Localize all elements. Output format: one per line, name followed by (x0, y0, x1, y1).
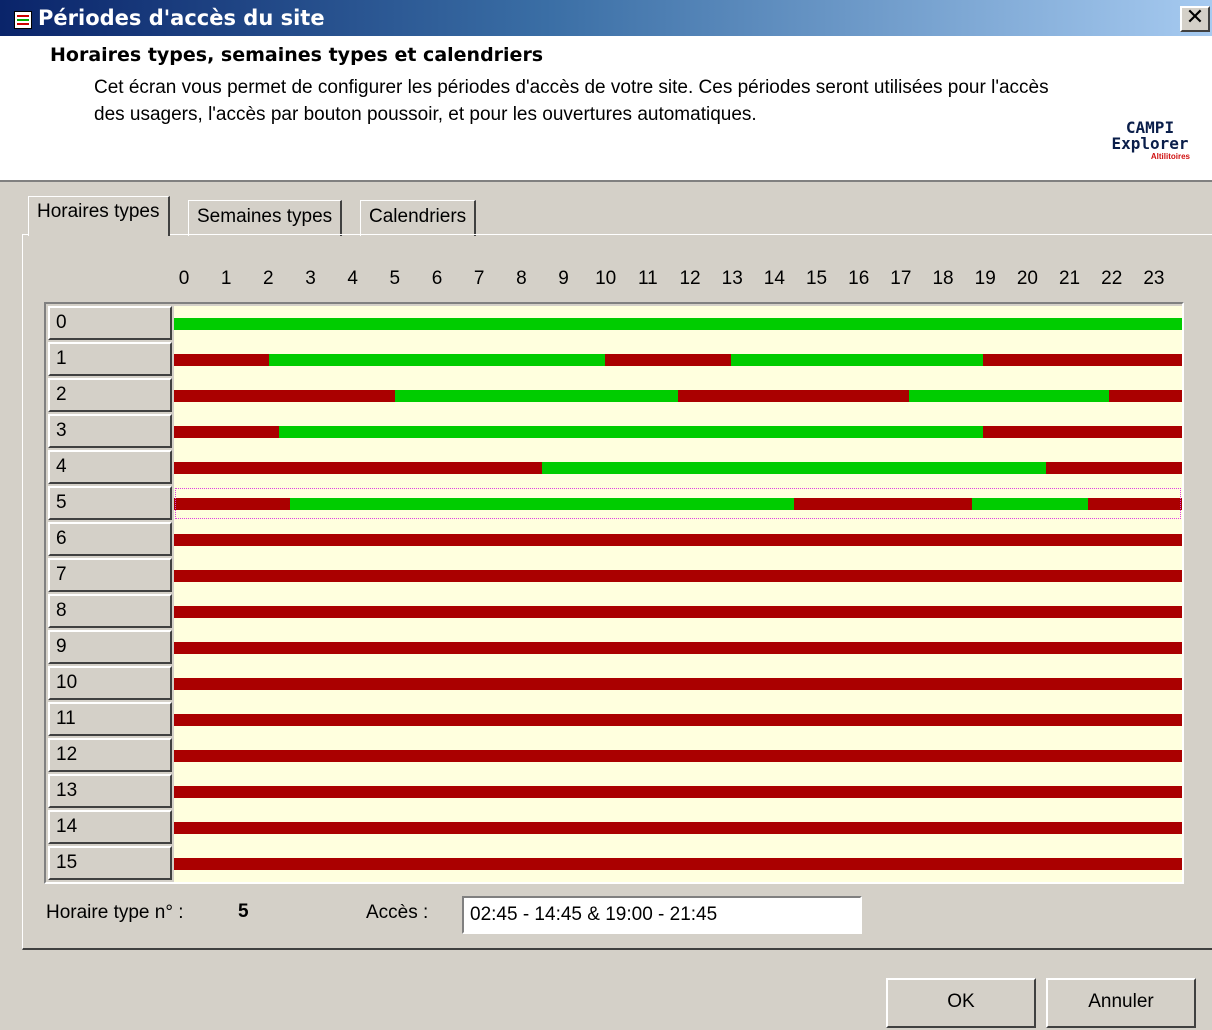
window-title: Périodes d'accès du site (38, 6, 325, 30)
tab-horaires-types[interactable]: Horaires types (28, 196, 170, 236)
header-title: Horaires types, semaines types et calend… (50, 44, 544, 66)
tab-panel (22, 234, 1212, 950)
ok-button[interactable]: OK (886, 978, 1036, 1028)
header-description: Cet écran vous permet de configurer les … (94, 77, 1049, 125)
title-bar: Périodes d'accès du site ✕ (0, 0, 1212, 36)
campi-explorer-logo: CAMPI Explorer Altilitoires (1111, 118, 1190, 162)
close-button[interactable]: ✕ (1180, 6, 1210, 32)
tab-calendriers[interactable]: Calendriers (360, 200, 477, 236)
tab-semaines-types[interactable]: Semaines types (188, 200, 343, 236)
window-icon (14, 11, 32, 29)
cancel-button[interactable]: Annuler (1046, 978, 1196, 1028)
